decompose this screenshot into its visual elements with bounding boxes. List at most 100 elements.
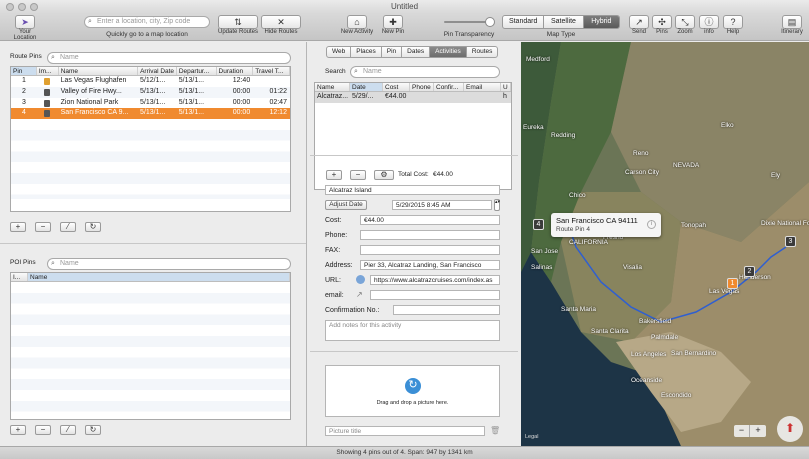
globe-icon[interactable]: [356, 275, 365, 284]
map-callout[interactable]: San Francisco CA 94111 Route Pin 4 i: [551, 213, 661, 237]
route-line-icon[interactable]: ⁄: [60, 425, 76, 435]
cell-arrival: 5/12/1...: [140, 77, 166, 84]
date-stepper[interactable]: ▴▾: [494, 199, 500, 211]
activity-date-field[interactable]: 5/29/2015 8:45 AM: [392, 200, 492, 210]
zoom-window-button[interactable]: [30, 3, 38, 11]
callout-info-icon[interactable]: i: [647, 220, 656, 229]
table-row[interactable]: 1 Las Vegas Flughafen 5/12/1... 5/13/1... 12…: [11, 76, 290, 87]
compass-icon[interactable]: ⬆: [777, 416, 803, 442]
map-pin-4[interactable]: 4: [533, 219, 544, 230]
map-view[interactable]: Medford Redding Eureka Chico Reno Carson City…: [521, 42, 809, 446]
zoom-out-button[interactable]: −: [734, 425, 750, 437]
col-image[interactable]: Im...: [37, 67, 59, 75]
map-type-hybrid[interactable]: Hybrid: [583, 16, 619, 28]
cost-field[interactable]: €44.00: [360, 215, 500, 225]
col-cost[interactable]: Cost: [383, 83, 410, 91]
route-pins-search[interactable]: ⌕ Name: [47, 52, 291, 64]
poi-pins-search[interactable]: ⌕ Name: [47, 258, 291, 270]
remove-poi-button[interactable]: −: [35, 425, 51, 435]
send-button[interactable]: ↗ Send: [628, 15, 650, 35]
trash-icon[interactable]: 🗑: [490, 426, 500, 435]
tab-web[interactable]: Web: [327, 47, 352, 57]
col-duration[interactable]: Duration: [217, 67, 254, 75]
route-line-icon[interactable]: ⁄: [60, 222, 76, 232]
total-cost-label: Total Cost:: [398, 171, 429, 178]
col-name[interactable]: Name: [59, 67, 139, 75]
adjust-date-button[interactable]: Adjust Date: [325, 200, 367, 210]
your-location-button[interactable]: ➤ Your Location: [10, 15, 40, 41]
map-pin-2[interactable]: 2: [744, 266, 755, 277]
activity-name-field[interactable]: Alcatraz Island: [325, 185, 500, 195]
tab-routes[interactable]: Routes: [467, 47, 498, 57]
picture-title-field[interactable]: Picture title: [325, 426, 485, 436]
info-button[interactable]: ⓘ info: [698, 15, 720, 35]
col-email[interactable]: Email: [464, 83, 501, 91]
remove-activity-button[interactable]: −: [350, 170, 366, 180]
search-icon: ⌕: [51, 54, 55, 61]
location-search-input[interactable]: ⌕ Enter a location, city, Zip code: [84, 16, 210, 28]
slider-knob[interactable]: [485, 17, 495, 27]
update-routes-button[interactable]: ⇅ Update Routes: [216, 15, 260, 35]
notes-field[interactable]: Add notes for this activity: [325, 320, 500, 341]
address-field[interactable]: Pier 33, Alcatraz Landing, San Francisco: [360, 260, 500, 270]
add-route-pin-button[interactable]: +: [10, 222, 26, 232]
col-phone[interactable]: Phone: [410, 83, 434, 91]
table-row[interactable]: 2 Valley of Fire Hwy... 5/13/1... 5/13/1...…: [11, 86, 290, 98]
map-label: Visalia: [623, 264, 643, 271]
add-activity-button[interactable]: +: [326, 170, 342, 180]
col-confirmation[interactable]: Confir...: [434, 83, 464, 91]
cell-name: Las Vegas Flughafen: [60, 77, 127, 84]
itinerary-button[interactable]: ▤ Itinerary: [776, 15, 808, 35]
settings-icon[interactable]: ⚙: [374, 170, 394, 180]
remove-route-pin-button[interactable]: −: [35, 222, 51, 232]
col-date[interactable]: Date: [350, 83, 383, 91]
col-icon[interactable]: I...: [11, 273, 28, 281]
refresh-icon[interactable]: ↻: [85, 222, 101, 232]
fax-field[interactable]: [360, 245, 500, 255]
phone-field[interactable]: [360, 230, 500, 240]
col-arrival[interactable]: Arrival Date: [138, 67, 177, 75]
map-label: San Jose: [531, 248, 559, 255]
map-type-standard[interactable]: Standard: [503, 16, 545, 28]
url-field[interactable]: https://www.alcatrazcruises.com/index.as: [370, 275, 500, 285]
col-departure[interactable]: Departur...: [177, 67, 217, 75]
pins-button[interactable]: ✣ Pins: [651, 15, 673, 35]
table-row[interactable]: 3 Zion National Park 5/13/1... 5/13/1... 00:…: [11, 98, 290, 109]
detail-tabs: Web Places Pin Dates Activities Routes: [326, 46, 499, 58]
pin-image-icon: [37, 87, 59, 98]
help-button[interactable]: ? Help: [722, 15, 744, 35]
hide-routes-button[interactable]: ✕ Hide Routes: [260, 15, 302, 35]
picture-drop-zone[interactable]: ↻ Drag and drop a picture here.: [325, 365, 500, 417]
map-label: Los Angeles: [631, 351, 667, 358]
confirmation-field[interactable]: [393, 305, 500, 315]
table-row[interactable]: 4 San Francisco CA 9... 5/13/1... 5/13/1...…: [11, 108, 290, 120]
col-name[interactable]: Name: [315, 83, 350, 91]
zoom-in-button[interactable]: +: [750, 425, 766, 437]
tab-activities[interactable]: Activities: [430, 47, 467, 57]
share-icon[interactable]: ↗: [356, 290, 363, 299]
col-name[interactable]: Name: [28, 273, 290, 281]
close-window-button[interactable]: [6, 3, 14, 11]
tab-dates[interactable]: Dates: [402, 47, 431, 57]
building-icon: ⌂: [347, 15, 367, 29]
refresh-icon[interactable]: ↻: [85, 425, 101, 435]
email-field[interactable]: [370, 290, 500, 300]
map-type-satellite[interactable]: Satellite: [544, 16, 584, 28]
map-pin-1[interactable]: 1: [727, 278, 738, 289]
map-pin-3[interactable]: 3: [785, 236, 796, 247]
col-travel[interactable]: Travel T...: [253, 67, 290, 75]
zoom-button[interactable]: ⤡ Zoom: [674, 15, 696, 35]
add-poi-button[interactable]: +: [10, 425, 26, 435]
minimize-window-button[interactable]: [18, 3, 26, 11]
activities-search[interactable]: ⌕ Name: [350, 66, 500, 78]
col-url[interactable]: U: [501, 83, 511, 91]
new-activity-button[interactable]: ⌂ New Activity: [336, 15, 378, 35]
table-row[interactable]: Alcatraz... 5/29/... €44.00 h: [315, 92, 511, 103]
tab-places[interactable]: Places: [351, 47, 382, 57]
new-pin-button[interactable]: ✚ New Pin: [378, 15, 408, 35]
info-icon: ⓘ: [699, 15, 719, 29]
map-label: NEVADA: [673, 162, 700, 169]
tab-pin[interactable]: Pin: [382, 47, 403, 57]
col-pin[interactable]: Pin: [11, 67, 37, 75]
legal-link[interactable]: Legal: [525, 434, 538, 440]
